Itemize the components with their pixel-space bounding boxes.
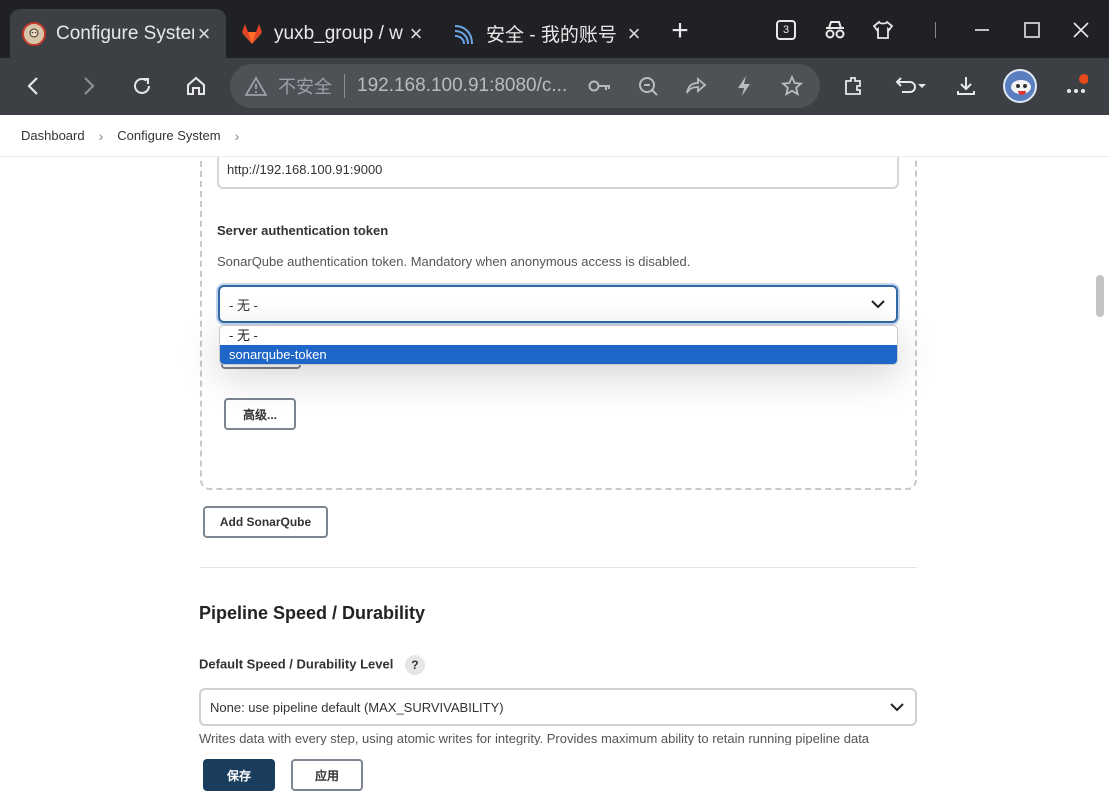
tab-count-badge: 3 xyxy=(776,20,796,40)
browser-window: Configure System × yuxb_group / w × 安全 -… xyxy=(0,0,1109,805)
security-swirl-icon xyxy=(452,22,476,46)
sonarqube-installation-panel xyxy=(200,157,917,490)
breadcrumb: Dashboard › Configure System › xyxy=(0,115,1109,157)
extensions-icon[interactable] xyxy=(835,68,871,104)
token-select-value: - 无 - xyxy=(229,297,258,313)
insecure-label: 不安全 xyxy=(278,77,332,97)
forward-icon[interactable] xyxy=(70,68,106,104)
download-icon[interactable] xyxy=(948,68,984,104)
durability-label-text: Default Speed / Durability Level xyxy=(199,656,394,672)
key-icon[interactable] xyxy=(588,74,612,98)
close-tab-icon[interactable]: × xyxy=(406,21,426,47)
warning-icon[interactable] xyxy=(244,74,268,98)
shirt-icon[interactable] xyxy=(863,12,903,48)
close-tab-icon[interactable]: × xyxy=(624,21,644,47)
pipeline-section-title: Pipeline Speed / Durability xyxy=(199,603,426,623)
address-separator xyxy=(344,74,345,98)
page-scrollbar[interactable] xyxy=(1091,157,1109,805)
browser-toolbar: 不安全 192.168.100.91:8080/c... xyxy=(0,58,1109,115)
tab-title: Configure System xyxy=(56,22,194,44)
lightning-icon[interactable] xyxy=(732,74,756,98)
chevron-down-icon xyxy=(871,300,885,309)
url-text[interactable]: 192.168.100.91:8080/c... xyxy=(357,75,567,97)
gitlab-icon xyxy=(240,22,264,46)
share-icon[interactable] xyxy=(684,74,708,98)
tab-gitlab[interactable]: yuxb_group / w × xyxy=(228,9,438,58)
durability-help: Writes data with every step, using atomi… xyxy=(199,731,870,746)
form-action-bar: 保存 应用 xyxy=(0,745,1091,805)
durability-select[interactable]: None: use pipeline default (MAX_SURVIVAB… xyxy=(199,688,917,726)
token-label: Server authentication token xyxy=(217,223,389,238)
tab-configure-system[interactable]: Configure System × xyxy=(10,9,226,58)
back-icon[interactable] xyxy=(16,68,52,104)
section-divider xyxy=(200,567,917,568)
star-icon[interactable] xyxy=(780,74,804,98)
add-sonarqube-button[interactable]: Add SonarQube xyxy=(203,506,328,538)
server-url-input[interactable]: http://192.168.100.91:9000 xyxy=(217,157,899,189)
breadcrumb-dashboard[interactable]: Dashboard xyxy=(21,128,85,143)
token-option[interactable]: - 无 - xyxy=(220,326,897,345)
maximize-icon[interactable] xyxy=(1012,12,1052,48)
close-tab-icon[interactable]: × xyxy=(194,21,214,47)
token-select[interactable]: - 无 - xyxy=(218,285,898,323)
address-bar[interactable]: 不安全 192.168.100.91:8080/c... xyxy=(230,64,820,108)
zoom-out-icon[interactable] xyxy=(636,74,660,98)
tab-security[interactable]: 安全 - 我的账号 × xyxy=(440,9,656,58)
chevron-right-icon: › xyxy=(98,127,104,144)
tab-count-button[interactable]: 3 xyxy=(766,12,806,48)
incognito-icon[interactable] xyxy=(815,12,855,48)
tab-title: yuxb_group / w xyxy=(274,22,403,44)
jenkins-icon xyxy=(22,21,46,46)
minimize-icon[interactable] xyxy=(962,12,1002,48)
undo-dropdown-icon[interactable] xyxy=(888,68,934,104)
divider-icon xyxy=(915,12,955,48)
server-url-value: http://192.168.100.91:9000 xyxy=(227,162,383,177)
more-menu-icon[interactable] xyxy=(1058,68,1094,104)
save-button[interactable]: 保存 xyxy=(203,759,275,791)
advanced-button[interactable]: 高级... xyxy=(224,398,296,430)
new-tab-button[interactable]: + xyxy=(664,14,696,50)
reload-icon[interactable] xyxy=(124,68,160,104)
token-dropdown-list: - 无 - sonarqube-token xyxy=(219,325,898,365)
home-icon[interactable] xyxy=(178,68,214,104)
chevron-down-icon xyxy=(890,703,904,712)
tab-title: 安全 - 我的账号 xyxy=(486,25,617,46)
close-window-icon[interactable] xyxy=(1061,12,1101,48)
durability-select-value: None: use pipeline default (MAX_SURVIVAB… xyxy=(210,699,504,715)
breadcrumb-configure-system[interactable]: Configure System xyxy=(117,128,220,143)
token-help: SonarQube authentication token. Mandator… xyxy=(217,254,691,269)
avatar[interactable] xyxy=(1002,68,1038,104)
apply-button[interactable]: 应用 xyxy=(291,759,363,791)
tab-strip: Configure System × yuxb_group / w × 安全 -… xyxy=(0,0,1109,58)
main-content: http://192.168.100.91:9000 Server authen… xyxy=(0,157,1109,805)
durability-label: Default Speed / Durability Level ? xyxy=(199,655,425,675)
chevron-right-icon[interactable]: › xyxy=(235,128,240,144)
help-icon[interactable]: ? xyxy=(404,655,425,675)
scrollbar-thumb[interactable] xyxy=(1096,275,1104,317)
token-option[interactable]: sonarqube-token xyxy=(220,345,897,364)
